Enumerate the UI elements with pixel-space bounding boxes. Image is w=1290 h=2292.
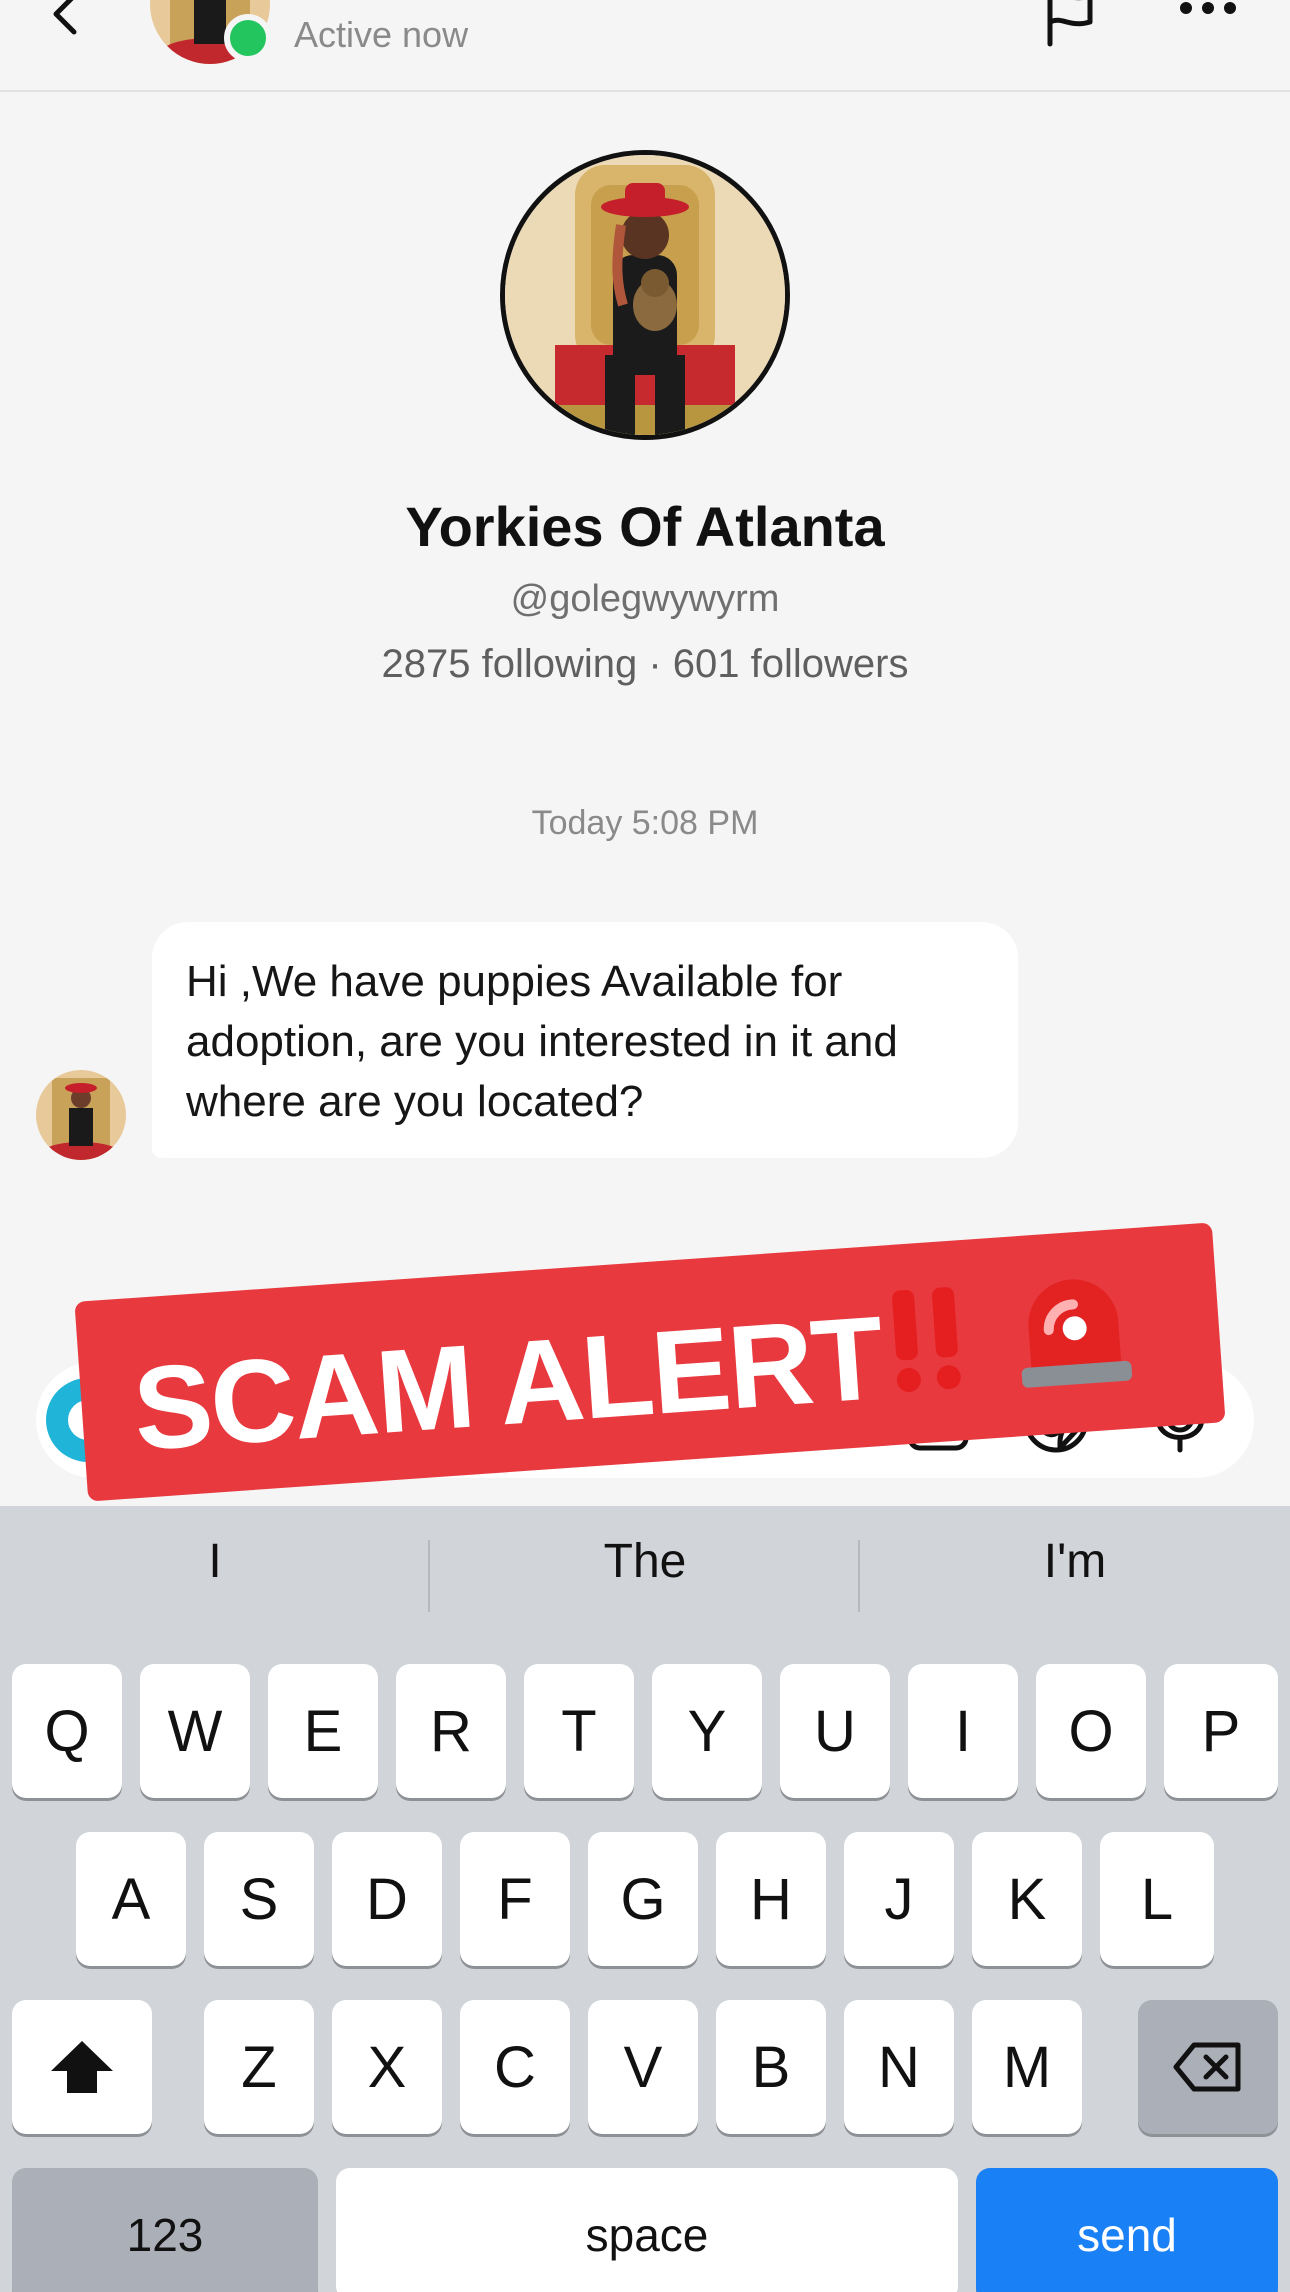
key-j[interactable]: J [844,1832,954,1966]
profile-name: Yorkies Of Atlanta [405,495,885,558]
active-status: Active now [294,14,469,55]
profile-avatar[interactable] [500,150,790,440]
profile-handle: @golegwywyrm [510,578,780,620]
key-v[interactable]: V [588,2000,698,2134]
key-q[interactable]: Q [12,1664,122,1798]
send-key[interactable]: send [976,2168,1278,2292]
key-k[interactable]: K [972,1832,1082,1966]
key-i[interactable]: I [908,1664,1018,1798]
key-s[interactable]: S [204,1832,314,1966]
key-g[interactable]: G [588,1832,698,1966]
key-f[interactable]: F [460,1832,570,1966]
key-o[interactable]: O [1036,1664,1146,1798]
sender-avatar[interactable] [36,1070,126,1160]
key-l[interactable]: L [1100,1832,1214,1966]
key-x[interactable]: X [332,2000,442,2134]
shift-icon [51,2041,113,2093]
online-status-dot [224,14,272,62]
key-p[interactable]: P [1164,1664,1278,1798]
key-e[interactable]: E [268,1664,378,1798]
key-r[interactable]: R [396,1664,506,1798]
flag-icon[interactable] [1040,0,1100,48]
shift-key[interactable] [12,2000,152,2134]
backspace-icon [1173,2042,1241,2092]
suggestion-bar: I The I'm [0,1506,1290,1616]
profile-image [505,155,785,435]
message-timestamp: Today 5:08 PM [531,804,759,842]
delete-key[interactable] [1138,2000,1278,2134]
key-y[interactable]: Y [652,1664,762,1798]
keyboard: I The I'm Q W E R T Y U I O P A S D F G … [0,1506,1290,2292]
sender-avatar-image [36,1070,126,1160]
key-b[interactable]: B [716,2000,826,2134]
more-options-icon[interactable] [1176,0,1240,24]
numbers-key[interactable]: 123 [12,2168,318,2292]
message-bubble[interactable]: Hi ,We have puppies Available for adopti… [152,922,1018,1158]
header-avatar[interactable] [150,0,272,64]
key-m[interactable]: M [972,2000,1082,2134]
key-w[interactable]: W [140,1664,250,1798]
suggestion-3[interactable]: I'm [860,1534,1290,1589]
suggestion-2[interactable]: The [430,1534,860,1589]
double-exclamation-icon [892,1287,961,1392]
alert-emoji-icons [892,1279,1133,1392]
profile-stats: 2875 following · 601 followers [381,642,909,686]
key-u[interactable]: U [780,1664,890,1798]
suggestion-1[interactable]: I [0,1534,430,1589]
key-d[interactable]: D [332,1832,442,1966]
space-key[interactable]: space [336,2168,958,2292]
key-n[interactable]: N [844,2000,954,2134]
back-arrow-icon[interactable] [40,0,90,40]
siren-icon [1021,1279,1133,1388]
scam-alert-text: SCAM ALERT [129,1292,887,1476]
chat-header: Active now [0,0,1290,92]
key-c[interactable]: C [460,2000,570,2134]
key-h[interactable]: H [716,1832,826,1966]
key-a[interactable]: A [76,1832,186,1966]
key-z[interactable]: Z [204,2000,314,2134]
key-t[interactable]: T [524,1664,634,1798]
